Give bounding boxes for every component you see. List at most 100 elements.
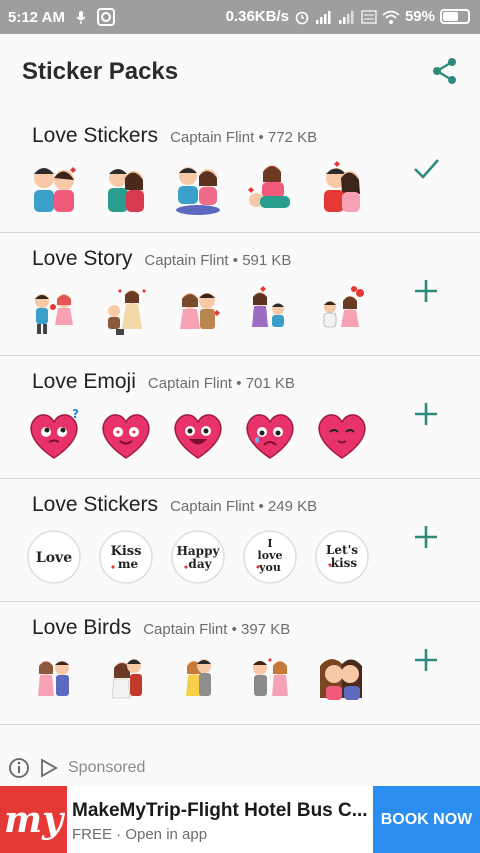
pack-meta: Captain Flint • 701 KB <box>148 375 295 392</box>
happy-day-text-badge: Happyday <box>171 530 225 584</box>
love-birds-cheek-kiss-sticker-icon <box>320 659 362 700</box>
sticker-pack-row[interactable]: Love Stickers Captain Flint • 772 KB <box>0 110 480 233</box>
pack-author: Captain Flint <box>170 498 255 515</box>
me-text: me <box>118 557 139 571</box>
couple-flowers-sticker-icon <box>35 294 73 334</box>
check-icon[interactable] <box>412 154 440 182</box>
heart-emoji-sad-icon <box>246 414 294 459</box>
pack-header: Love Emoji Captain Flint • 701 KB <box>32 370 295 394</box>
app-bar: Sticker Packs <box>0 34 480 110</box>
battery-percent: 59% <box>404 8 435 25</box>
battery-icon <box>440 9 470 24</box>
pack-name: Love Birds <box>32 616 132 639</box>
pack-author: Captain Flint <box>144 252 229 269</box>
add-icon[interactable] <box>412 277 440 305</box>
pack-meta: Captain Flint • 591 KB <box>144 252 291 269</box>
sponsored-row: Sponsored <box>8 757 145 779</box>
add-icon[interactable] <box>412 523 440 551</box>
pack-size: 249 KB <box>267 498 318 515</box>
alarm-icon <box>295 11 309 24</box>
advertiser-logo: my <box>0 786 67 853</box>
sticker-pack-row[interactable]: Love Story Captain Flint • 591 KB <box>0 233 480 356</box>
couple-hug-sticker-icon <box>108 169 144 212</box>
couple-sitting-sticker-icon <box>176 167 220 215</box>
heart-emoji-shy-icon <box>318 414 366 459</box>
pack-name: Love Stickers <box>32 124 159 147</box>
separator: • <box>258 498 264 515</box>
proposal-sticker-icon <box>108 289 146 335</box>
pack-size: 397 KB <box>241 621 291 638</box>
love-birds-hands-sticker-icon <box>253 658 288 696</box>
lets-kiss-text-badge: Let'skiss <box>315 530 369 584</box>
add-icon[interactable] <box>412 400 440 428</box>
wifi-icon <box>382 10 400 24</box>
sticker-preview-strip: ? <box>26 406 370 466</box>
pack-name: Love Stickers <box>32 493 159 516</box>
sticker-preview-strip <box>26 283 370 343</box>
sticker-preview-strip <box>26 652 370 712</box>
volte-icon <box>361 9 377 24</box>
separator: • <box>236 375 242 392</box>
signal-2-icon <box>338 10 354 24</box>
pack-author: Captain Flint <box>170 129 255 146</box>
svg-text:?: ? <box>72 407 79 421</box>
pack-meta: Captain Flint • 397 KB <box>143 621 290 638</box>
sticker-preview-strip: Love Kiss me Happy day Ilove you Let's kiss <box>26 529 370 589</box>
sticker-pack-row[interactable]: Love Stickers Captain Flint • 249 KB Lov… <box>0 479 480 602</box>
sticker-preview-strip <box>26 160 370 220</box>
sticker-pack-row[interactable]: Love Emoji Captain Flint • 701 KB ? <box>0 356 480 479</box>
app-notification-icon <box>96 8 115 26</box>
heart-emoji-laugh-icon <box>174 414 222 459</box>
pack-size: 591 KB <box>242 252 292 269</box>
microphone-icon <box>76 11 86 24</box>
kneeling-couple-sticker-icon <box>252 286 284 327</box>
love-text-badge: Love <box>27 530 81 584</box>
you-text: you <box>258 561 281 574</box>
love-birds-couple-sticker-icon <box>38 661 69 696</box>
love-birds-kiss-sticker-icon <box>111 659 142 699</box>
separator: • <box>258 129 264 146</box>
pack-header: Love Stickers Captain Flint • 249 KB <box>32 493 317 517</box>
pack-name: Love Emoji <box>32 370 136 393</box>
i-love-you-text-badge: Iloveyou <box>243 530 297 584</box>
pack-meta: Captain Flint • 249 KB <box>170 498 317 515</box>
kiss-me-text-badge: Kissme <box>99 530 153 584</box>
pack-author: Captain Flint <box>147 375 233 392</box>
couple-lying-sticker-icon <box>248 165 290 208</box>
network-speed: 0.36KB/s <box>225 8 289 25</box>
pack-header: Love Birds Captain Flint • 397 KB <box>32 616 290 640</box>
love-text: Love <box>36 550 72 566</box>
lets-text: Let's <box>326 543 358 557</box>
ad-subtitle: FREE · Open in app <box>72 826 208 843</box>
pack-size: 772 KB <box>267 129 318 146</box>
info-icon[interactable] <box>8 757 30 779</box>
couple-kiss-sticker-icon <box>324 161 360 212</box>
pack-size: 701 KB <box>245 375 295 392</box>
add-icon[interactable] <box>412 646 440 674</box>
ad-banner[interactable]: my MakeMyTrip-Flight Hotel Bus C... FREE… <box>0 786 480 853</box>
pack-name: Love Story <box>32 247 133 270</box>
status-time: 5:12 AM <box>8 8 65 26</box>
day-text: day <box>188 557 212 571</box>
separator: • <box>232 252 239 269</box>
pack-meta: Captain Flint • 772 KB <box>170 129 317 146</box>
pack-header: Love Story Captain Flint • 591 KB <box>32 247 291 271</box>
heart-emoji-thinking-icon: ? <box>30 407 79 459</box>
heart-emoji-love-icon <box>102 414 150 459</box>
adchoices-icon[interactable] <box>38 757 60 779</box>
pack-header: Love Stickers Captain Flint • 772 KB <box>32 124 317 148</box>
happy-text: Happy <box>177 544 221 558</box>
ad-title[interactable]: MakeMyTrip-Flight Hotel Bus C... <box>72 800 368 822</box>
sticker-pack-row[interactable]: Love Birds Captain Flint • 397 KB <box>0 602 480 725</box>
couple-sticker-icon <box>34 167 76 212</box>
couple-hearts-sticker-icon <box>180 293 220 329</box>
share-icon[interactable] <box>430 56 460 86</box>
love-birds-hug-sticker-icon <box>186 659 211 696</box>
kiss-text: kiss <box>331 556 358 570</box>
sponsored-label: Sponsored <box>68 759 146 776</box>
signal-icon <box>315 10 331 24</box>
page-title: Sticker Packs <box>22 58 179 85</box>
book-now-button[interactable]: BOOK NOW <box>373 786 480 853</box>
pack-author: Captain Flint <box>143 621 228 638</box>
status-bar: 5:12 AM 0.36KB/s 59% <box>0 0 480 34</box>
